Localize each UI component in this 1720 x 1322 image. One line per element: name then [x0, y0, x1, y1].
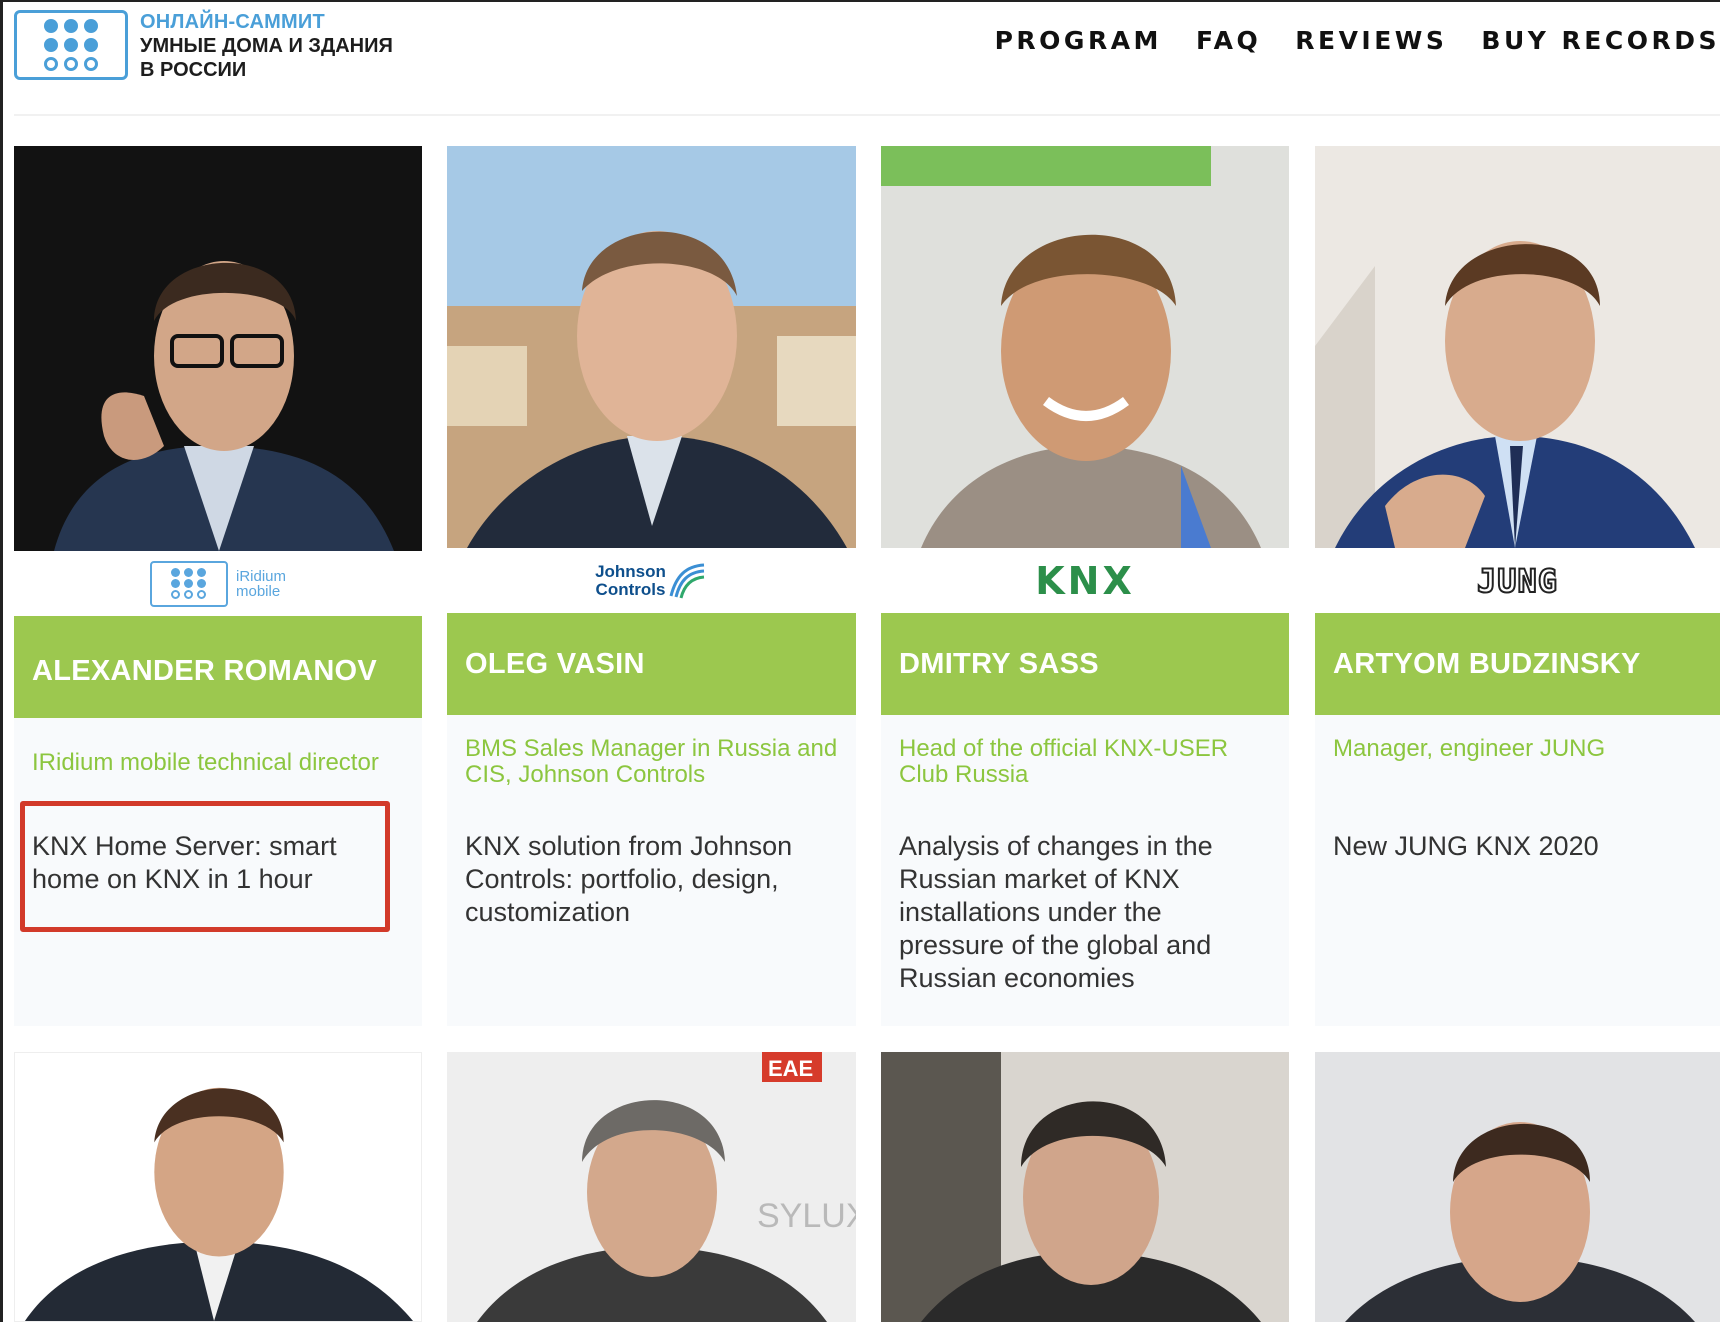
talk-title: KNX solution from Johnson Controls: port… [465, 831, 793, 927]
logo-line-2: УМНЫЕ ДОМА И ЗДАНИЯ [140, 35, 393, 57]
jung-logo: JUNG [1476, 561, 1559, 601]
speaker-name-bar: ALEXANDER ROMANOV [14, 616, 422, 718]
speaker-photo [881, 146, 1289, 548]
site-logo[interactable]: ОНЛАЙН-САММИТ УМНЫЕ ДОМА И ЗДАНИЯ В РОСС… [14, 10, 393, 82]
speaker-role: Manager, engineer JUNG [1333, 735, 1606, 762]
company-logo-iridium: iRidium mobile [14, 551, 422, 616]
nav-reviews[interactable]: REVIEWS [1295, 26, 1447, 55]
speaker-name-bar: ARTYOM BUDZINSKY [1315, 613, 1720, 715]
speaker-photo [14, 146, 422, 551]
speaker-name: ARTYOM BUDZINSKY [1333, 647, 1641, 680]
nav-program[interactable]: PROGRAM [995, 26, 1162, 55]
talk-title: Analysis of changes in the Russian marke… [899, 831, 1213, 993]
talk-title: New JUNG KNX 2020 [1333, 831, 1599, 861]
iridium-logo-icon [149, 560, 228, 607]
speaker-photo [447, 146, 856, 548]
company-logo-text: mobile [235, 582, 281, 600]
speaker-role: IRidium mobile technical director [32, 749, 379, 776]
backdrop-text: EAE [768, 1056, 813, 1081]
company-logo-text: iRidium [235, 567, 286, 585]
company-logo-johnson-controls: Johnson Controls [447, 548, 856, 613]
speaker-name: OLEG VASIN [465, 647, 645, 680]
highlight-box [20, 801, 390, 932]
knx-logo: KNX [1035, 559, 1135, 603]
speaker-card-photo[interactable] [1315, 1052, 1720, 1322]
logo-dots-icon [14, 10, 128, 80]
nav-buy-records[interactable]: BUY RECORDS [1481, 26, 1720, 55]
logo-line-1: ОНЛАЙН-САММИТ [140, 11, 325, 33]
speaker-card[interactable]: Johnson Controls OLEG VASIN BMS Sales Ma… [447, 146, 856, 1026]
speaker-name-bar: DMITRY SASS [881, 613, 1289, 715]
backdrop-text: SYLUX [757, 1197, 856, 1235]
header-divider [14, 114, 1720, 116]
company-logo-text: JUNG [1476, 561, 1559, 601]
site-header: ОНЛАЙН-САММИТ УМНЫЕ ДОМА И ЗДАНИЯ В РОСС… [0, 0, 1720, 110]
speaker-name-bar: OLEG VASIN [447, 613, 856, 715]
speaker-card[interactable]: JUNG ARTYOM BUDZINSKY Manager, engineer … [1315, 146, 1720, 1026]
speaker-card-photo[interactable] [14, 1052, 422, 1322]
company-logo-text: Johnson [595, 561, 666, 581]
speaker-card-photo[interactable]: SYLUX EAE [447, 1052, 856, 1322]
speaker-name: ALEXANDER ROMANOV [32, 654, 378, 687]
speaker-role: Head of the official KNX-USER Club Russi… [899, 735, 1229, 788]
company-logo-text: Controls [595, 579, 666, 599]
company-logo-jung: JUNG [1315, 548, 1720, 613]
speaker-card[interactable]: KNX DMITRY SASS Head of the official KNX… [881, 146, 1289, 1026]
speaker-photo [1315, 146, 1720, 548]
logo-text: ОНЛАЙН-САММИТ УМНЫЕ ДОМА И ЗДАНИЯ В РОСС… [140, 10, 393, 82]
johnson-controls-logo-icon [669, 563, 705, 598]
speaker-role: BMS Sales Manager in Russia and CIS, Joh… [465, 735, 838, 788]
speaker-name: DMITRY SASS [899, 647, 1099, 680]
logo-line-3: В РОССИИ [140, 59, 247, 81]
main-nav: PROGRAM FAQ REVIEWS BUY RECORDS [995, 26, 1720, 55]
speaker-card-photo[interactable] [881, 1052, 1289, 1322]
company-logo-text: KNX [1035, 558, 1135, 603]
nav-faq[interactable]: FAQ [1196, 26, 1261, 55]
company-logo-knx: KNX [881, 548, 1289, 613]
